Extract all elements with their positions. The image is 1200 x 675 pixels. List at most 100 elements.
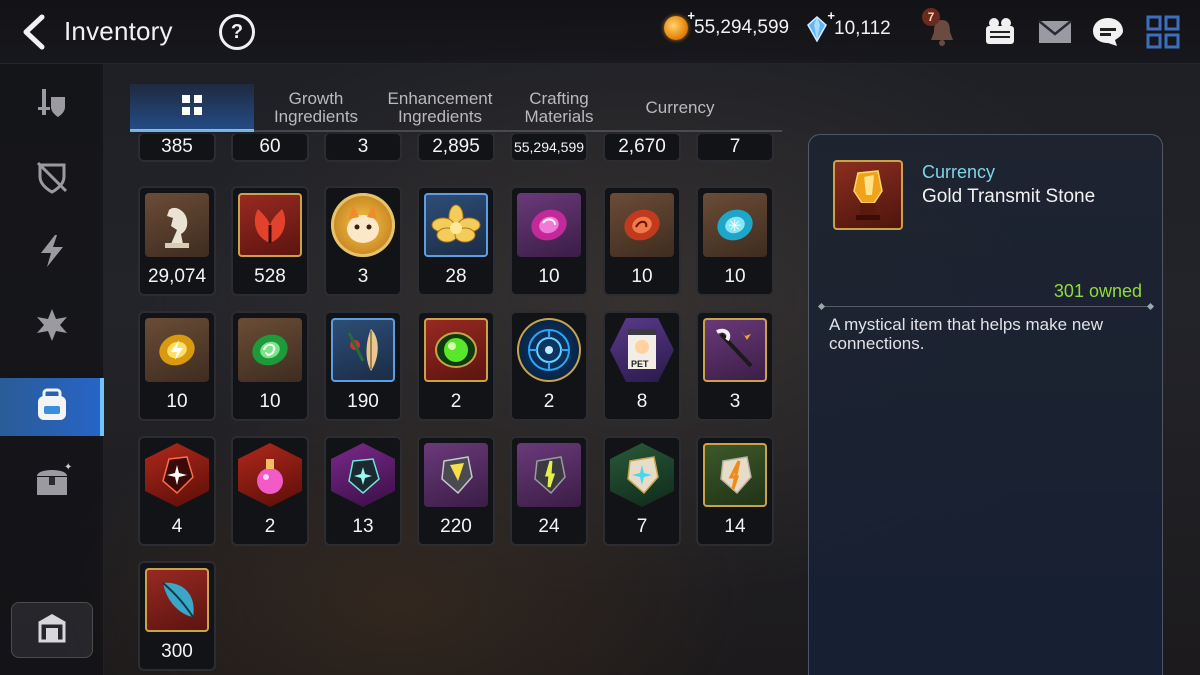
item-detail-panel: Currency Gold Transmit Stone 301 owned A…: [808, 134, 1163, 675]
pet-label: PET: [631, 359, 649, 369]
tab-growth-ingredients[interactable]: Growth Ingredients: [254, 84, 378, 132]
item-slot[interactable]: 190: [324, 311, 402, 421]
item-count: 28: [445, 266, 467, 287]
item-slot[interactable]: 14: [696, 436, 774, 546]
lightning-icon: [37, 233, 67, 274]
item-count: 2: [450, 391, 462, 412]
sidebar-item-lightning[interactable]: [0, 224, 104, 282]
sidebar-item-broken-shield[interactable]: [0, 150, 104, 208]
item-slot[interactable]: 3: [696, 311, 774, 421]
item-slot[interactable]: 24: [510, 436, 588, 546]
teal-stone-icon: [331, 443, 395, 507]
item-slot[interactable]: 3: [324, 134, 402, 162]
green-transmit-stone-icon: [517, 443, 581, 507]
tab-all[interactable]: [130, 84, 254, 132]
gold-currency[interactable]: + 55,294,599: [664, 8, 790, 40]
item-slot[interactable]: 29,074: [138, 186, 216, 296]
divider: [821, 306, 1151, 307]
notification-badge: 7: [922, 8, 940, 26]
item-slot[interactable]: 220: [417, 436, 495, 546]
item-count: 8: [636, 391, 648, 412]
sidebar-item-chest[interactable]: ✦: [0, 454, 104, 512]
item-slot[interactable]: 3: [324, 186, 402, 296]
shop-button[interactable]: [11, 602, 93, 658]
tab-underline: [130, 130, 782, 132]
gem-currency[interactable]: + 10,112: [806, 8, 891, 43]
item-slot[interactable]: 28: [417, 186, 495, 296]
item-count: 7: [729, 136, 741, 157]
item-slot[interactable]: 7: [696, 134, 774, 162]
crystal-gem-icon: +: [806, 8, 835, 43]
red-rune-icon: [610, 193, 674, 257]
purple-rune-icon: [517, 193, 581, 257]
item-slot[interactable]: 60: [231, 134, 309, 162]
item-count: 2,895: [432, 136, 480, 157]
item-slot[interactable]: ✳ 10: [696, 186, 774, 296]
green-rune-icon: [238, 318, 302, 382]
item-slot[interactable]: 2,670: [603, 134, 681, 162]
red-leaf-icon: [238, 193, 302, 257]
item-slot[interactable]: 300: [138, 561, 216, 671]
sidebar-item-equipment[interactable]: [0, 76, 104, 134]
help-icon[interactable]: ?: [219, 14, 255, 50]
item-slot[interactable]: 2: [417, 311, 495, 421]
gold-amount: 55,294,599: [694, 17, 790, 38]
item-slot[interactable]: 10: [138, 311, 216, 421]
item-count: 29,074: [147, 266, 207, 287]
feather-charm-icon: [331, 318, 395, 382]
orange-transmit-stone-icon: [703, 443, 767, 507]
item-count: 10: [259, 391, 281, 412]
item-slot[interactable]: 55,294,599: [510, 134, 588, 162]
friends-icon[interactable]: [980, 12, 1020, 52]
item-count: 60: [259, 136, 281, 157]
sidebar-item-inventory[interactable]: [0, 378, 104, 436]
pink-potion-icon: [238, 443, 302, 507]
mail-icon[interactable]: [1035, 12, 1075, 52]
item-slot[interactable]: 10: [603, 186, 681, 296]
item-slot[interactable]: 7: [603, 436, 681, 546]
blue-feather-icon: [145, 568, 209, 632]
tab-enhancement-ingredients[interactable]: Enhancement Ingredients: [378, 84, 502, 132]
page-title: Inventory: [64, 16, 173, 46]
red-stone-icon: [145, 443, 209, 507]
item-count: 3: [729, 391, 741, 412]
back-arrow-icon[interactable]: [18, 14, 52, 50]
item-count: 190: [347, 391, 379, 412]
shop-icon: [34, 612, 70, 649]
broken-shield-icon: [34, 159, 70, 200]
pet-pack-icon: PET: [610, 318, 674, 382]
item-count: 10: [166, 391, 188, 412]
item-slot[interactable]: 2,895: [417, 134, 495, 162]
svg-text:✳: ✳: [728, 218, 741, 235]
item-slot[interactable]: 2: [231, 436, 309, 546]
item-slot[interactable]: 528: [231, 186, 309, 296]
item-description: A mystical item that helps make new conn…: [829, 315, 1104, 353]
menu-grid-icon[interactable]: [1143, 12, 1183, 52]
blue-portal-icon: [517, 318, 581, 382]
gem-amount: 10,112: [834, 18, 891, 39]
yellow-rune-icon: [145, 318, 209, 382]
item-slot[interactable]: 10: [510, 186, 588, 296]
item-slot[interactable]: PET 8: [603, 311, 681, 421]
horse-statue-icon: [145, 193, 209, 257]
item-slot[interactable]: 4: [138, 436, 216, 546]
item-count: 2: [264, 516, 276, 537]
yellow-transmit-stone-icon: [424, 443, 488, 507]
tab-crafting-materials[interactable]: Crafting Materials: [502, 84, 616, 132]
tab-currency[interactable]: Currency: [616, 84, 744, 132]
tab-bar: Growth Ingredients Enhancement Ingredien…: [130, 84, 782, 132]
item-slot[interactable]: 2: [510, 311, 588, 421]
sidebar: ✦: [0, 64, 104, 675]
item-slot[interactable]: 10: [231, 311, 309, 421]
chat-icon[interactable]: [1088, 12, 1128, 52]
item-slot[interactable]: 13: [324, 436, 402, 546]
fox-pet-icon: [331, 193, 395, 257]
item-count: 3: [357, 136, 369, 157]
grid-icon: [181, 94, 203, 120]
item-count: 3: [357, 266, 369, 287]
item-slot[interactable]: 385: [138, 134, 216, 162]
sidebar-item-artifact[interactable]: [0, 298, 104, 356]
item-count: 2: [543, 391, 555, 412]
item-count: 7: [636, 516, 648, 537]
item-category: Currency: [922, 162, 996, 182]
